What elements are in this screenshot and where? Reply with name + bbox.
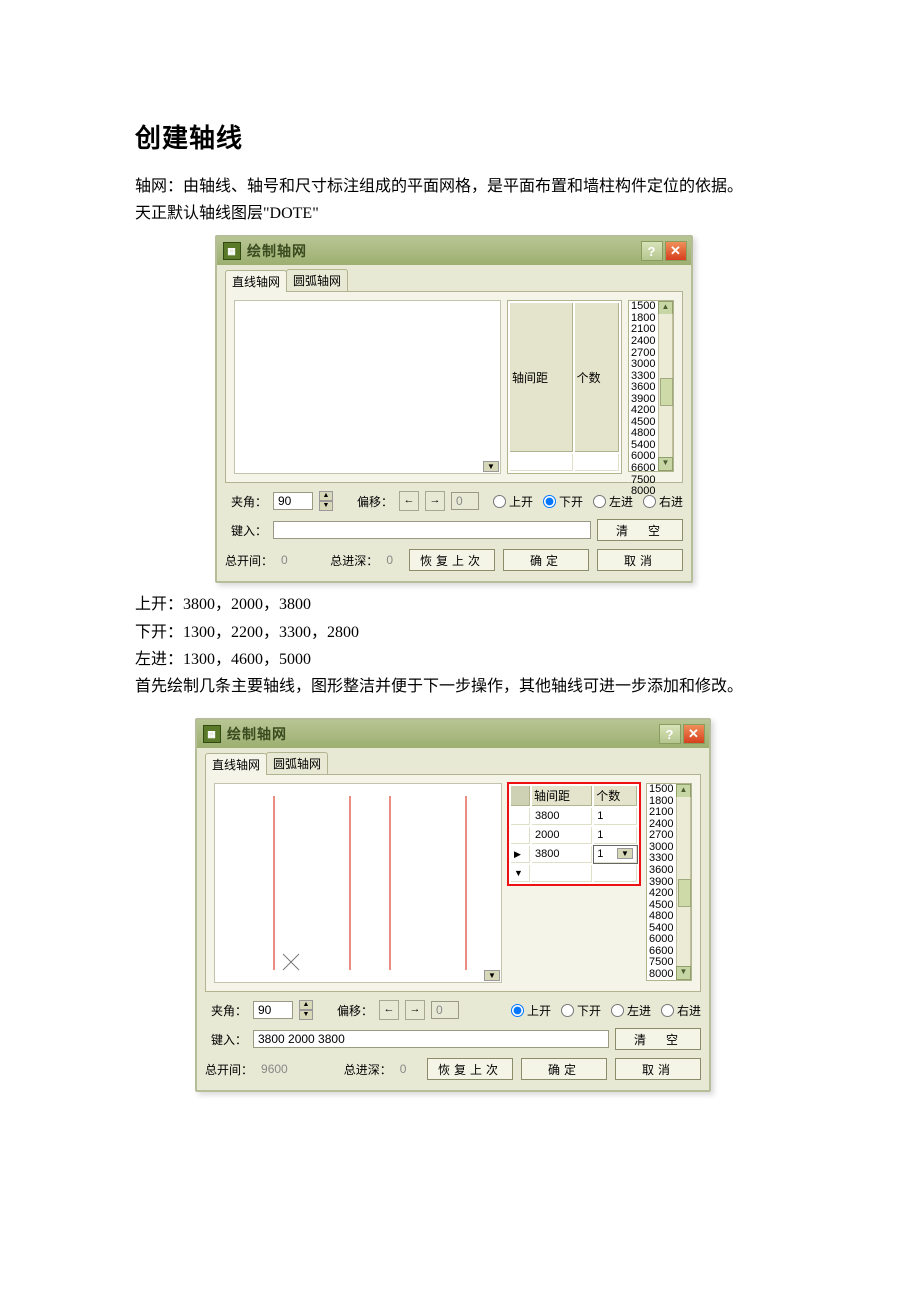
table-cell[interactable]: 2000 xyxy=(532,827,592,844)
scroll-up-icon[interactable]: ▲ xyxy=(658,301,673,315)
intro-2: 天正默认轴线图层"DOTE" xyxy=(135,200,790,227)
offset-left-icon[interactable]: ← xyxy=(379,1000,399,1020)
app-icon: ▦ xyxy=(223,242,241,260)
total-depth-value: 0 xyxy=(400,1062,407,1076)
direction-radios: 上开 下开 左进 右进 xyxy=(511,1002,701,1019)
preset-list[interactable]: ▲ ▼ 1500 1800 2100 2400 2700 3000 3300 3… xyxy=(646,783,692,981)
tab-linear[interactable]: 直线轴网 xyxy=(205,753,267,775)
keyin-input[interactable] xyxy=(273,521,591,539)
offset-label: 偏移： xyxy=(337,1002,373,1019)
offset-left-icon[interactable]: ← xyxy=(399,491,419,511)
list-item[interactable]: 2400 xyxy=(631,336,659,348)
total-depth-value: 0 xyxy=(386,553,393,567)
radio-down[interactable]: 下开 xyxy=(561,1002,601,1019)
scroll-down-icon[interactable]: ▼ xyxy=(658,457,673,471)
table-cell[interactable]: 3800 xyxy=(532,808,592,825)
scroll-up-icon[interactable]: ▲ xyxy=(676,784,691,798)
list-item[interactable]: 4800 xyxy=(649,911,677,923)
help-button[interactable]: ? xyxy=(659,724,681,744)
mid-4: 首先绘制几条主要轴线，图形整洁并便于下一步操作，其他轴线可进一步添加和修改。 xyxy=(135,673,790,700)
table-cell[interactable]: 1 ▼ xyxy=(594,846,637,863)
angle-stepper[interactable]: ▲▼ xyxy=(299,1000,313,1020)
preview-canvas: ▼ xyxy=(234,300,501,474)
dialog-title: 绘制轴网 xyxy=(227,724,287,744)
keyin-label: 键入： xyxy=(225,522,267,539)
list-item[interactable]: 6600 xyxy=(631,463,659,475)
angle-input[interactable] xyxy=(253,1001,293,1019)
tab-arc[interactable]: 圆弧轴网 xyxy=(286,269,348,291)
ok-button[interactable]: 确定 xyxy=(503,549,589,571)
spacing-table[interactable]: 轴间距个数 xyxy=(507,300,622,474)
list-item[interactable]: 1500 xyxy=(649,784,677,796)
restore-button[interactable]: 恢复上次 xyxy=(427,1058,513,1080)
list-item[interactable]: 3600 xyxy=(649,865,677,877)
total-open-label: 总开间： xyxy=(225,552,273,569)
cancel-button[interactable]: 取消 xyxy=(615,1058,701,1080)
dropdown-icon[interactable]: ▼ xyxy=(483,461,499,472)
offset-input[interactable] xyxy=(451,492,479,510)
intro-1: 轴网：由轴线、轴号和尺寸标注组成的平面网格，是平面布置和墙柱构件定位的依据。 xyxy=(135,173,790,200)
axis-dialog-2: ▦ 绘制轴网 ? ✕ 直线轴网 圆弧轴网 xyxy=(195,718,711,1092)
offset-input[interactable] xyxy=(431,1001,459,1019)
col-spacing: 轴间距 xyxy=(532,786,592,806)
col-count: 个数 xyxy=(594,786,637,806)
axis-dialog-1: ▦ 绘制轴网 ? ✕ 直线轴网 圆弧轴网 ▼ 轴间距个数 ▲ xyxy=(215,235,693,583)
dropdown-icon[interactable]: ▼ xyxy=(484,970,500,981)
radio-up[interactable]: 上开 xyxy=(511,1002,551,1019)
angle-input[interactable] xyxy=(273,492,313,510)
clear-button[interactable]: 清 空 xyxy=(597,519,683,541)
spacing-table[interactable]: 轴间距个数 38001 20001 ▶38001 ▼ ▼ xyxy=(508,783,640,885)
angle-stepper[interactable]: ▲▼ xyxy=(319,491,333,511)
mid-2: 下开：1300，2200，3300，2800 xyxy=(135,619,790,646)
list-item[interactable]: 8000 xyxy=(649,969,677,981)
radio-up[interactable]: 上开 xyxy=(493,493,533,510)
page-title: 创建轴线 xyxy=(135,118,790,155)
tab-linear[interactable]: 直线轴网 xyxy=(225,270,287,292)
total-open-value: 9600 xyxy=(261,1062,288,1076)
list-item[interactable]: 3000 xyxy=(631,359,659,371)
radio-down[interactable]: 下开 xyxy=(543,493,583,510)
preset-list[interactable]: ▲ ▼ 1500 1800 2100 2400 2700 3000 3300 3… xyxy=(628,300,674,472)
close-button[interactable]: ✕ xyxy=(665,241,687,261)
mid-3: 左进：1300，4600，5000 xyxy=(135,646,790,673)
total-depth-label: 总进深： xyxy=(344,1061,392,1078)
col-spacing: 轴间距 xyxy=(510,303,573,452)
chevron-down-icon[interactable]: ▼ xyxy=(617,848,633,859)
scroll-down-icon[interactable]: ▼ xyxy=(676,966,691,980)
offset-right-icon[interactable]: → xyxy=(405,1000,425,1020)
total-open-label: 总开间： xyxy=(205,1061,253,1078)
ok-button[interactable]: 确定 xyxy=(521,1058,607,1080)
table-cell[interactable]: 1 xyxy=(594,827,637,844)
col-count: 个数 xyxy=(575,303,619,452)
table-cell[interactable]: 3800 xyxy=(532,846,592,863)
angle-label: 夹角： xyxy=(225,493,267,510)
scrollbar-thumb[interactable] xyxy=(678,879,691,907)
total-depth-label: 总进深： xyxy=(330,552,378,569)
restore-button[interactable]: 恢复上次 xyxy=(409,549,495,571)
offset-right-icon[interactable]: → xyxy=(425,491,445,511)
clear-button[interactable]: 清 空 xyxy=(615,1028,701,1050)
total-open-value: 0 xyxy=(281,553,288,567)
tab-arc[interactable]: 圆弧轴网 xyxy=(266,752,328,774)
list-item[interactable]: 4200 xyxy=(649,888,677,900)
preview-canvas: ▼ xyxy=(214,783,502,983)
radio-left[interactable]: 左进 xyxy=(593,493,633,510)
dialog-title: 绘制轴网 xyxy=(247,241,307,261)
keyin-label: 键入： xyxy=(205,1031,247,1048)
radio-right[interactable]: 右进 xyxy=(661,1002,701,1019)
help-button[interactable]: ? xyxy=(641,241,663,261)
scrollbar-thumb[interactable] xyxy=(660,378,673,406)
radio-left[interactable]: 左进 xyxy=(611,1002,651,1019)
cancel-button[interactable]: 取消 xyxy=(597,549,683,571)
table-cell[interactable]: 1 xyxy=(594,808,637,825)
close-button[interactable]: ✕ xyxy=(683,724,705,744)
offset-label: 偏移： xyxy=(357,493,393,510)
keyin-input[interactable] xyxy=(253,1030,609,1048)
mid-1: 上开：3800，2000，3800 xyxy=(135,591,790,618)
angle-label: 夹角： xyxy=(205,1002,247,1019)
app-icon: ▦ xyxy=(203,725,221,743)
list-item[interactable]: 8000 xyxy=(631,486,659,498)
